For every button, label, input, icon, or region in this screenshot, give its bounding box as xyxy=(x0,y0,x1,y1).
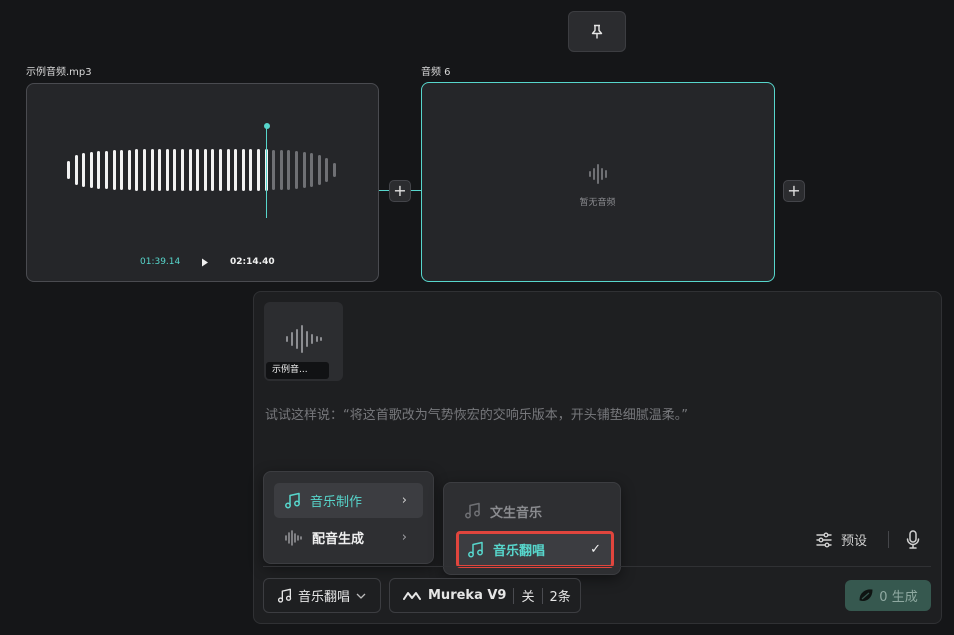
total-time: 02:14.40 xyxy=(230,257,275,267)
waveform-bar xyxy=(181,149,184,191)
waveform-bar xyxy=(257,149,260,191)
source-node-title: 示例音频.mp3 xyxy=(26,67,92,78)
music-note-icon xyxy=(465,502,480,519)
waveform-bar xyxy=(333,163,336,177)
current-time: 01:39.14 xyxy=(140,257,181,267)
waveform-bar xyxy=(302,152,306,188)
switch-label[interactable]: 关 xyxy=(521,586,534,605)
waveform-bar xyxy=(173,149,177,191)
category-menu: 音乐制作 › 配音生成 › xyxy=(263,471,434,564)
toolbar-divider xyxy=(888,531,889,548)
waveform-bar xyxy=(279,150,283,190)
waveform-bar xyxy=(317,155,321,185)
menu-item-label: 音乐翻唱 xyxy=(493,544,546,559)
sound-wave-icon xyxy=(285,529,302,546)
menu-item-label: 配音生成 xyxy=(312,532,365,547)
waveform-bar xyxy=(272,150,276,190)
count-label[interactable]: 2条 xyxy=(550,586,571,605)
sliders-icon xyxy=(816,532,832,547)
check-icon: ✓ xyxy=(590,542,601,557)
menu-item-label: 文生音乐 xyxy=(490,505,543,521)
generate-button[interactable]: 0 生成 xyxy=(845,580,931,611)
empty-audio-text: 暂无音频 xyxy=(579,198,616,208)
prompt-placeholder[interactable]: 试试这样说：“将这首歌改为气势恢宏的交响乐版本，开头铺垫细腻温柔。” xyxy=(265,404,688,423)
waveform-bar xyxy=(211,149,215,191)
menu-item-text-to-music[interactable]: 文生音乐 xyxy=(456,496,611,526)
attachment-label: 示例音... xyxy=(266,362,329,379)
waveform-bar xyxy=(325,158,329,182)
waveform-bar xyxy=(196,149,200,191)
model-label: Mureka V9 xyxy=(428,588,507,603)
target-node-title: 音频 6 xyxy=(421,67,451,78)
waveform-bar xyxy=(287,150,291,190)
waveform-bar xyxy=(203,149,207,191)
play-button[interactable] xyxy=(199,256,211,268)
playhead-line[interactable] xyxy=(266,126,267,218)
microphone-button[interactable] xyxy=(903,529,923,551)
microphone-icon xyxy=(906,530,920,549)
chevron-right-icon: › xyxy=(401,530,407,545)
waveform-bar xyxy=(241,149,245,191)
music-note-icon xyxy=(285,492,300,508)
pin-button[interactable] xyxy=(568,11,626,52)
waveform-bar xyxy=(165,149,169,191)
waveform-bar xyxy=(97,151,101,189)
playhead-handle[interactable] xyxy=(264,123,270,129)
waveform-bar xyxy=(310,153,314,187)
waveform-bar xyxy=(105,151,108,189)
waveform-bar xyxy=(74,155,78,185)
menu-item-music-cover[interactable]: 音乐翻唱 ✓ xyxy=(456,531,614,568)
add-node-button[interactable]: + xyxy=(783,180,805,202)
credit-icon xyxy=(859,588,873,601)
pin-icon xyxy=(591,24,603,38)
waveform-bar xyxy=(158,149,162,191)
mode-select[interactable]: 音乐翻唱 xyxy=(263,578,381,613)
pill-divider xyxy=(513,587,515,604)
menu-item-dubbing[interactable]: 配音生成 › xyxy=(274,520,423,555)
preset-button[interactable]: 预设 xyxy=(815,530,867,549)
waveform-bar xyxy=(295,151,298,189)
waveform-bar xyxy=(82,153,86,187)
chevron-right-icon: › xyxy=(401,493,407,508)
target-audio-card[interactable]: 暂无音频 xyxy=(421,82,775,282)
insert-node-button[interactable]: + xyxy=(389,180,411,202)
composer-divider xyxy=(263,566,931,567)
waveform-bar xyxy=(112,150,116,190)
audio-wave-icon xyxy=(589,164,607,184)
waveform-bar xyxy=(219,149,222,191)
waveform-bar xyxy=(226,149,230,191)
waveform-bar xyxy=(143,149,146,191)
mode-submenu: 文生音乐 音乐翻唱 ✓ xyxy=(443,482,621,575)
model-settings[interactable]: Mureka V9 关 2条 xyxy=(389,578,581,613)
music-note-icon xyxy=(277,588,292,603)
menu-item-label: 音乐制作 xyxy=(310,495,363,510)
waveform-bar xyxy=(249,149,253,191)
mode-label: 音乐翻唱 xyxy=(298,590,351,605)
audio-wave-icon xyxy=(286,325,322,353)
plus-icon: + xyxy=(787,181,801,200)
waveform-bar xyxy=(188,149,192,191)
waveform-bar xyxy=(120,150,124,190)
generate-label: 0 生成 xyxy=(879,590,918,605)
chevron-down-icon xyxy=(356,593,366,599)
waveform[interactable] xyxy=(67,144,342,196)
waveform-bar xyxy=(67,161,70,179)
waveform-bar xyxy=(127,150,131,190)
preset-label: 预设 xyxy=(841,534,868,549)
menu-item-music-making[interactable]: 音乐制作 › xyxy=(274,483,423,518)
plus-icon: + xyxy=(393,181,407,200)
waveform-bar xyxy=(234,149,238,191)
source-audio-card[interactable]: 01:39.14 02:14.40 xyxy=(26,83,379,282)
waveform-bar xyxy=(150,149,154,191)
mureka-logo-icon xyxy=(403,591,421,600)
waveform-bar xyxy=(89,152,93,188)
music-note-icon xyxy=(468,541,483,557)
waveform-bar xyxy=(135,149,139,191)
play-icon xyxy=(202,258,208,266)
pill-divider xyxy=(541,587,543,604)
